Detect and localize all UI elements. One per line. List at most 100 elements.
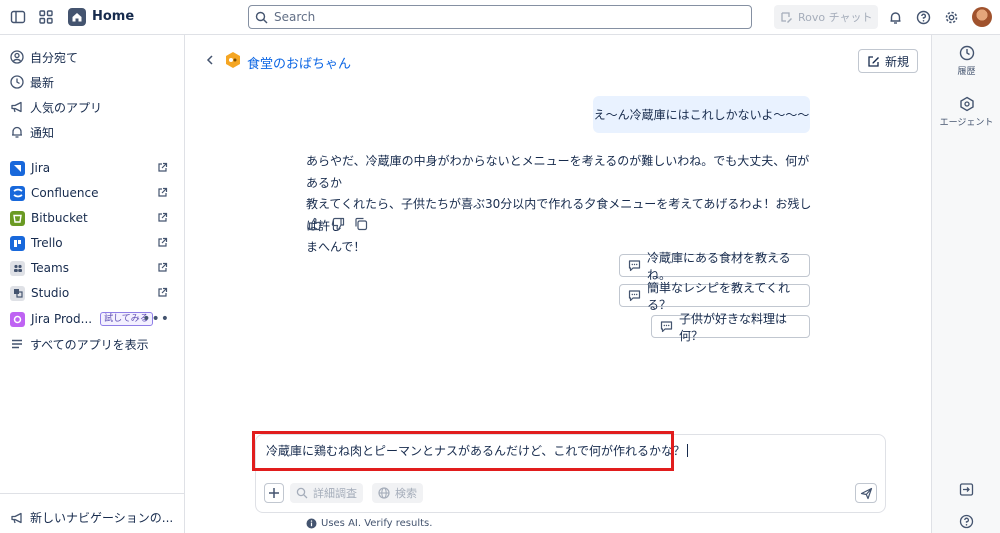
external-link-icon[interactable]: [157, 187, 168, 198]
rovo-chat-icon: [780, 11, 793, 24]
info-icon: [306, 518, 317, 529]
web-search-toggle[interactable]: 検索: [372, 483, 423, 503]
ai-disclaimer: Uses AI. Verify results.: [306, 518, 432, 529]
more-options-icon[interactable]: •••: [142, 311, 170, 327]
send-button[interactable]: [855, 483, 877, 503]
sidebar-app-jira-product-discovery[interactable]: Jira Prod... 試してみる •••: [10, 310, 170, 328]
rail-agents-button[interactable]: エージェント: [932, 96, 1000, 128]
chat-bubble-icon: [628, 259, 641, 272]
sidebar-app-confluence[interactable]: Confluence: [10, 184, 170, 202]
external-link-icon[interactable]: [157, 262, 168, 273]
studio-logo-icon: [10, 285, 25, 301]
clock-icon: [10, 75, 24, 89]
globe-icon: [378, 487, 390, 499]
home-icon[interactable]: [68, 8, 86, 26]
bitbucket-logo-icon: [10, 210, 25, 226]
right-rail: 履歴 エージェント: [931, 35, 1000, 533]
sidebar-item-label: 人気のアプリ: [30, 100, 103, 115]
sidebar-item-label: すべてのアプリを表示: [30, 337, 149, 352]
external-link-icon[interactable]: [157, 212, 168, 223]
chat-bubble-icon: [628, 289, 641, 302]
user-message-bubble: え〜ん冷蔵庫にはこれしかないよ〜〜〜: [593, 96, 810, 133]
help-icon[interactable]: [959, 514, 974, 529]
rovo-chat-label: Rovo チャット: [798, 11, 873, 24]
sidebar-app-trello[interactable]: Trello: [10, 234, 170, 252]
sidebar-item-view-all-apps[interactable]: すべてのアプリを表示: [10, 335, 149, 353]
help-icon[interactable]: [914, 8, 932, 26]
jira-logo-icon: [10, 160, 25, 176]
edit-icon: [867, 55, 880, 68]
agent-hexagon-icon: [959, 96, 975, 112]
megaphone-icon: [10, 100, 24, 114]
jira-product-discovery-logo-icon: [10, 311, 25, 327]
app-label: Jira Prod...: [31, 312, 93, 326]
list-icon: [10, 337, 24, 351]
add-attachment-button[interactable]: [264, 483, 284, 503]
sidebar-item-popular-apps[interactable]: 人気のアプリ: [10, 98, 102, 116]
sidebar-item-for-you[interactable]: 自分宛て: [10, 48, 78, 66]
deep-research-toggle[interactable]: 詳細調査: [290, 483, 363, 503]
suggestion-chip[interactable]: 冷蔵庫にある食材を教えるね。: [619, 251, 810, 282]
sidebar-app-jira[interactable]: Jira: [10, 159, 170, 177]
ai-disclaimer-text: Uses AI. Verify results.: [321, 518, 433, 529]
teams-logo-icon: [10, 260, 25, 276]
app-label: Studio: [31, 286, 70, 300]
suggestion-chip[interactable]: 子供が好きな料理は何？: [651, 312, 810, 343]
text-caret: [687, 444, 689, 457]
app-label: Bitbucket: [31, 211, 88, 225]
plus-icon: [269, 488, 279, 498]
rail-history-label: 履歴: [957, 67, 976, 77]
copy-icon[interactable]: [354, 217, 368, 231]
new-chat-label: 新規: [884, 54, 909, 69]
web-search-label: 検索: [395, 487, 417, 500]
collapse-panel-icon[interactable]: [959, 482, 974, 497]
agent-message-line: あらやだ、冷蔵庫の中身がわからないとメニューを考えるのが難しいわね。でも大丈夫、…: [306, 154, 810, 190]
app-switcher-icon[interactable]: [37, 8, 55, 26]
search-placeholder: Search: [274, 10, 316, 24]
app-label: Confluence: [31, 186, 99, 200]
search-input[interactable]: Search: [248, 5, 752, 29]
new-navigation-label: 新しいナビゲーションの...: [30, 511, 174, 525]
new-chat-button[interactable]: 新規: [858, 49, 918, 73]
sidebar-item-notifications[interactable]: 通知: [10, 123, 54, 141]
sidebar-app-teams[interactable]: Teams: [10, 259, 170, 277]
sidebar-item-label: 自分宛て: [30, 50, 79, 65]
external-link-icon[interactable]: [157, 287, 168, 298]
sidebar-item-recent[interactable]: 最新: [10, 73, 54, 91]
sidebar-toggle-icon[interactable]: [9, 8, 27, 26]
suggestion-chip[interactable]: 簡単なレシピを教えてくれる？: [619, 281, 810, 312]
suggestion-label: 子供が好きな料理は何？: [679, 311, 788, 343]
new-navigation-feedback[interactable]: 新しいナビゲーションの...: [10, 509, 173, 526]
search-icon: [255, 11, 268, 24]
confluence-logo-icon: [10, 185, 25, 201]
rovo-chat-button[interactable]: Rovo チャット: [774, 5, 878, 29]
input-highlight-box: [252, 431, 674, 471]
clock-icon: [959, 45, 975, 61]
rail-agents-label: エージェント: [939, 118, 994, 128]
megaphone-icon: [10, 511, 24, 525]
chat-bubble-icon: [660, 320, 673, 333]
sidebar-app-bitbucket[interactable]: Bitbucket: [10, 209, 170, 227]
search-icon: [296, 487, 308, 499]
user-avatar[interactable]: [972, 7, 992, 27]
external-link-icon[interactable]: [157, 162, 168, 173]
sidebar-app-studio[interactable]: Studio: [10, 284, 170, 302]
deep-research-label: 詳細調査: [313, 487, 357, 500]
thumbs-up-icon[interactable]: [308, 217, 322, 231]
thumbs-down-icon[interactable]: [331, 217, 345, 231]
message-feedback-actions: [308, 217, 368, 231]
external-link-icon[interactable]: [157, 237, 168, 248]
suggestion-label: 簡単なレシピを教えてくれる？: [647, 280, 791, 312]
rail-history-button[interactable]: 履歴: [932, 45, 1000, 77]
top-navigation-bar: Home Search Rovo チャット: [0, 0, 1000, 35]
agent-message-line: 教えてくれたら、子供たちが喜ぶ30分以内で作れる夕食メニューを考えてあげるわよ！…: [306, 197, 812, 233]
left-sidebar: 自分宛て 最新 人気のアプリ 通知 Jira Confluence Bitbuc…: [0, 35, 185, 533]
gear-icon[interactable]: [942, 8, 960, 26]
chevron-left-icon[interactable]: [203, 53, 217, 67]
agent-avatar-icon: [224, 51, 242, 69]
user-message-text: え〜ん冷蔵庫にはこれしかないよ〜〜〜: [593, 108, 810, 122]
agent-name[interactable]: 食堂のおばちゃん: [247, 53, 351, 72]
bell-icon[interactable]: [886, 8, 904, 26]
home-link[interactable]: Home: [92, 9, 134, 24]
sidebar-footer: 新しいナビゲーションの...: [0, 493, 184, 533]
